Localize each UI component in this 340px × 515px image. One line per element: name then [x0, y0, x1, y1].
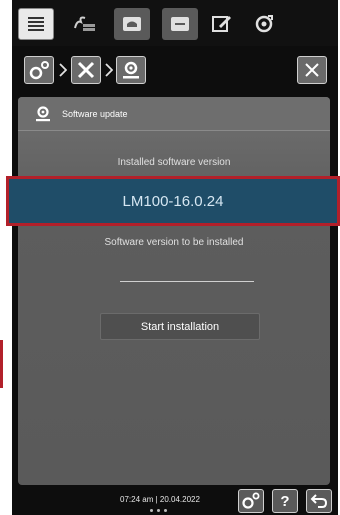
- gears-icon: [242, 492, 260, 509]
- chevron-right-icon: [59, 63, 67, 77]
- chef-hat-icon: [123, 17, 141, 31]
- close-button[interactable]: [297, 56, 327, 84]
- gears-icon: [29, 61, 49, 80]
- status-bar: 07:24 am | 20.04.2022 ?: [12, 486, 338, 515]
- breadcrumb-settings-button[interactable]: [24, 56, 54, 84]
- installed-version-value: LM100-16.0.24: [6, 176, 340, 226]
- tools-icon: [77, 61, 95, 79]
- software-update-icon: [32, 103, 54, 125]
- panel-header: Software update: [18, 97, 330, 131]
- current-time: 07:24 am: [120, 495, 154, 504]
- device-frame: Software update Installed software versi…: [12, 0, 338, 515]
- start-installation-button[interactable]: Start installation: [100, 313, 260, 340]
- page-indicator: [150, 509, 167, 512]
- settings-cycle-icon: [255, 15, 273, 33]
- software-update-icon: [123, 61, 139, 79]
- installed-version-label: Installed software version: [117, 157, 231, 168]
- chevron-right-icon: [105, 63, 113, 77]
- current-date: 20.04.2022: [159, 495, 200, 504]
- to-install-version-field: [120, 281, 254, 282]
- steam-cooking-icon: [74, 16, 95, 31]
- tab-chef[interactable]: [114, 8, 150, 40]
- breadcrumb-tools-button[interactable]: [71, 56, 101, 84]
- help-button[interactable]: ?: [272, 489, 298, 513]
- menu-list-icon: [28, 17, 44, 31]
- back-arrow-icon: [310, 494, 328, 508]
- edit-note-icon: [212, 16, 231, 32]
- settings-button[interactable]: [238, 489, 264, 513]
- tab-steam-cooking[interactable]: [66, 8, 102, 40]
- date-time: 07:24 am | 20.04.2022: [120, 495, 200, 504]
- top-tab-bar: [12, 0, 338, 46]
- close-icon: [305, 63, 319, 77]
- tab-settings-cycle[interactable]: [246, 8, 282, 40]
- panel-title: Software update: [62, 108, 128, 119]
- tab-edit[interactable]: [204, 8, 240, 40]
- to-install-version-label: Software version to be installed: [104, 237, 244, 248]
- tab-tray[interactable]: [162, 8, 198, 40]
- breadcrumb-software-update-button[interactable]: [116, 56, 146, 84]
- breadcrumb: [12, 48, 338, 94]
- tray-icon: [171, 17, 189, 31]
- highlight-marker: [0, 340, 3, 388]
- software-update-panel: Software update Installed software versi…: [18, 97, 330, 485]
- tab-menu[interactable]: [18, 8, 54, 40]
- back-button[interactable]: [306, 489, 332, 513]
